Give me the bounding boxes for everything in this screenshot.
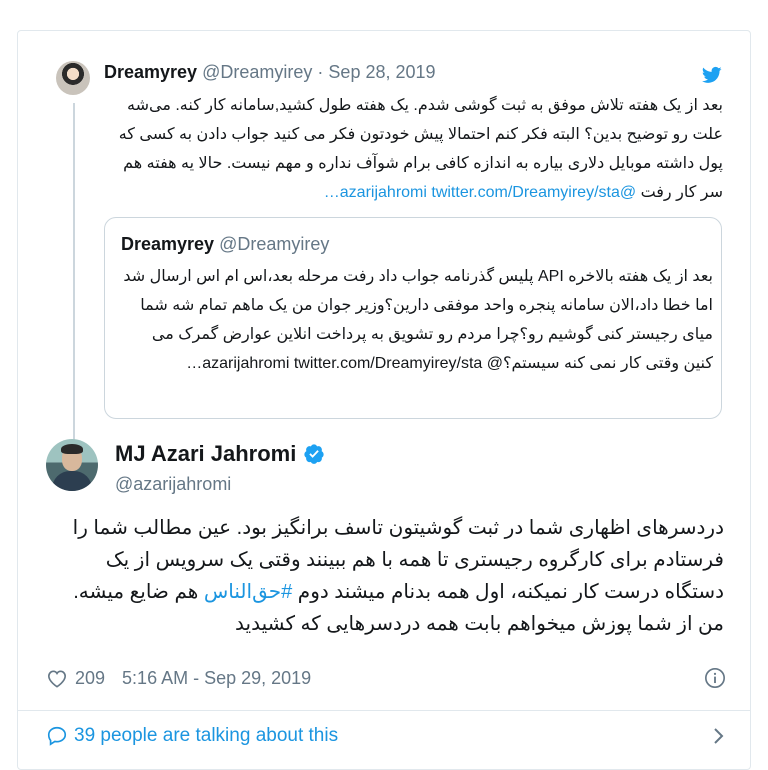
- parent-author-name[interactable]: Dreamyrey: [104, 62, 197, 82]
- parent-tweet-text: بعد از یک هفته تلاش موفق به ثبت گوشی شدم…: [102, 91, 723, 207]
- quoted-tweet-header: Dreamyrey @Dreamyirey: [121, 234, 329, 255]
- info-icon[interactable]: [704, 667, 726, 689]
- avatar-hair: [61, 444, 83, 454]
- hashtag-link[interactable]: #حق‌الناس: [204, 581, 292, 603]
- main-tweet-text: دردسرهای اظهاری شما در ثبت گوشیتون تاسف …: [44, 512, 724, 640]
- chevron-right-icon[interactable]: [712, 726, 726, 746]
- talking-count-text[interactable]: 39 people are talking about this: [74, 725, 338, 747]
- tweet-meta-row: 209 5:16 AM - Sep 29, 2019: [46, 666, 726, 690]
- parent-tweet-header: Dreamyrey @Dreamyirey · Sep 28, 2019: [104, 62, 436, 83]
- thread-connector-line: [73, 103, 75, 463]
- tweet-timestamp[interactable]: 5:16 AM - Sep 29, 2019: [122, 668, 311, 689]
- parent-author-handle[interactable]: @Dreamyirey: [202, 62, 312, 82]
- main-author-name[interactable]: MJ Azari Jahromi: [115, 441, 296, 467]
- quoted-author-handle: @Dreamyirey: [219, 234, 330, 254]
- quoted-tweet[interactable]: Dreamyrey @Dreamyirey بعد از یک هفته بال…: [104, 217, 722, 419]
- parent-avatar[interactable]: [56, 61, 90, 95]
- header-separator: ·: [317, 62, 324, 82]
- verified-badge-icon: [304, 444, 324, 464]
- quoted-author-name: Dreamyrey: [121, 234, 215, 254]
- avatar-suit: [52, 471, 92, 491]
- main-author-name-row: MJ Azari Jahromi: [115, 441, 325, 467]
- quoted-tweet-text: بعد از یک هفته بالاخره API پلیس گذرنامه …: [121, 262, 713, 378]
- like-count[interactable]: 209: [75, 668, 105, 689]
- conversation-link-row[interactable]: 39 people are talking about this: [46, 723, 726, 749]
- heart-icon[interactable]: [46, 668, 68, 688]
- main-author-handle[interactable]: @azarijahromi: [115, 474, 231, 495]
- speech-bubble-icon: [47, 726, 67, 746]
- parent-tweet-date[interactable]: Sep 28, 2019: [328, 62, 435, 82]
- embedded-tweet-card: Dreamyrey @Dreamyirey · Sep 28, 2019 بعد…: [17, 30, 751, 770]
- twitter-bird-icon[interactable]: [701, 65, 723, 85]
- main-author-avatar[interactable]: [46, 439, 98, 491]
- footer-divider: [18, 710, 750, 711]
